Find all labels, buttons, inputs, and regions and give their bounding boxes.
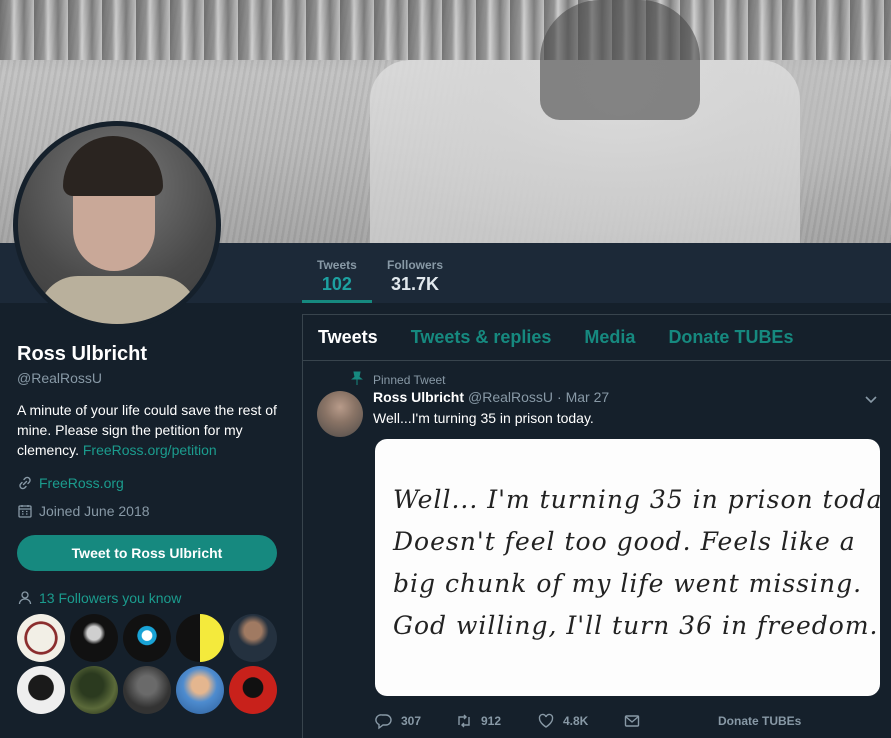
pinned-tweet-indicator: Pinned Tweet (351, 371, 446, 388)
note-line: God willing, I'll turn 36 in freedom. (393, 611, 879, 640)
stat-tweets-label: Tweets (317, 258, 357, 272)
profile-avatar[interactable] (13, 121, 221, 329)
note-line: Well... I'm turning 35 in prison today. (393, 485, 880, 514)
pinned-label: Pinned Tweet (373, 372, 446, 387)
follower-avatar[interactable] (176, 666, 224, 714)
profile-page: Tweets 102 Followers 31.7K Ross Ulbricht… (0, 0, 891, 738)
tweet-author-avatar[interactable] (317, 391, 363, 437)
pin-icon (351, 371, 363, 388)
tweet-actions: 307 912 4.8K Donate TUBEs (375, 712, 880, 730)
follower-avatar[interactable] (17, 666, 65, 714)
envelope-icon (624, 715, 640, 727)
reply-icon (375, 714, 392, 730)
tweet-image-handwritten-note[interactable]: Well... I'm turning 35 in prison today. … (375, 439, 880, 696)
tweet-header: Ross Ulbricht @RealRossU · Mar 27 (373, 389, 609, 405)
timeline: Tweets Tweets & replies Media Donate TUB… (302, 314, 891, 738)
calendar-icon (17, 503, 33, 519)
tab-media[interactable]: Media (584, 327, 635, 348)
follower-avatar[interactable] (17, 614, 65, 662)
retweet-action[interactable]: 912 (455, 712, 537, 730)
tab-donate-tubes[interactable]: Donate TUBEs (668, 327, 793, 348)
heart-icon (538, 713, 554, 728)
note-line: Doesn't feel too good. Feels like a (393, 527, 856, 556)
retweet-count: 912 (481, 714, 502, 728)
stat-tweets-value: 102 (321, 274, 352, 294)
follower-avatar[interactable] (70, 666, 118, 714)
message-action[interactable] (623, 712, 718, 730)
bio-petition-link[interactable]: FreeRoss.org/petition (83, 442, 217, 458)
follower-avatar[interactable] (229, 666, 277, 714)
tweet-text: Well...I'm turning 35 in prison today. (373, 410, 594, 426)
tweet-author-name[interactable]: Ross Ulbricht (373, 389, 464, 405)
stat-tweets[interactable]: Tweets 102 (317, 258, 357, 295)
tab-tweets-and-replies[interactable]: Tweets & replies (411, 327, 552, 348)
follower-avatar[interactable] (123, 666, 171, 714)
donate-tubes-action[interactable]: Donate TUBEs (718, 714, 801, 728)
timeline-tabs: Tweets Tweets & replies Media Donate TUB… (303, 315, 891, 361)
follower-avatar[interactable] (176, 614, 224, 662)
profile-website-row: FreeRoss.org (17, 475, 124, 491)
tab-tweets[interactable]: Tweets (318, 327, 378, 348)
tweet-to-button[interactable]: Tweet to Ross Ulbricht (17, 535, 277, 571)
profile-handle: @RealRossU (17, 370, 103, 386)
follower-avatar[interactable] (123, 614, 171, 662)
followers-you-know-label: 13 Followers you know (39, 590, 182, 606)
follower-avatar[interactable] (229, 614, 277, 662)
profile-bio: A minute of your life could save the res… (17, 400, 279, 460)
stat-followers-label: Followers (387, 258, 444, 272)
profile-website-link[interactable]: FreeRoss.org (39, 475, 124, 491)
tweet-author-handle[interactable]: @RealRossU (468, 389, 553, 405)
banner-crowd (0, 0, 891, 60)
followers-you-know-link[interactable]: 13 Followers you know (17, 590, 181, 606)
donate-tubes-label: Donate TUBEs (718, 714, 802, 728)
reply-count: 307 (401, 714, 422, 728)
avatar-photo (18, 126, 216, 324)
profile-name: Ross Ulbricht (17, 343, 148, 365)
note-line: big chunk of my life went missing. (393, 569, 863, 598)
stat-active-underline (302, 300, 372, 303)
stat-followers[interactable]: Followers 31.7K (387, 258, 443, 295)
banner-figure (540, 0, 700, 120)
chevron-down-icon[interactable] (863, 391, 879, 412)
reply-action[interactable]: 307 (375, 712, 455, 730)
followers-you-know-grid (17, 614, 282, 714)
profile-joined-row: Joined June 2018 (17, 503, 150, 519)
person-icon (17, 590, 33, 606)
retweet-icon (458, 714, 470, 728)
like-count: 4.8K (563, 714, 589, 728)
profile-joined-date: Joined June 2018 (39, 503, 150, 519)
tweet-date[interactable]: · Mar 27 (557, 389, 609, 405)
like-action[interactable]: 4.8K (537, 712, 623, 730)
link-icon (17, 475, 33, 491)
stat-followers-value: 31.7K (390, 274, 440, 294)
follower-avatar[interactable] (70, 614, 118, 662)
